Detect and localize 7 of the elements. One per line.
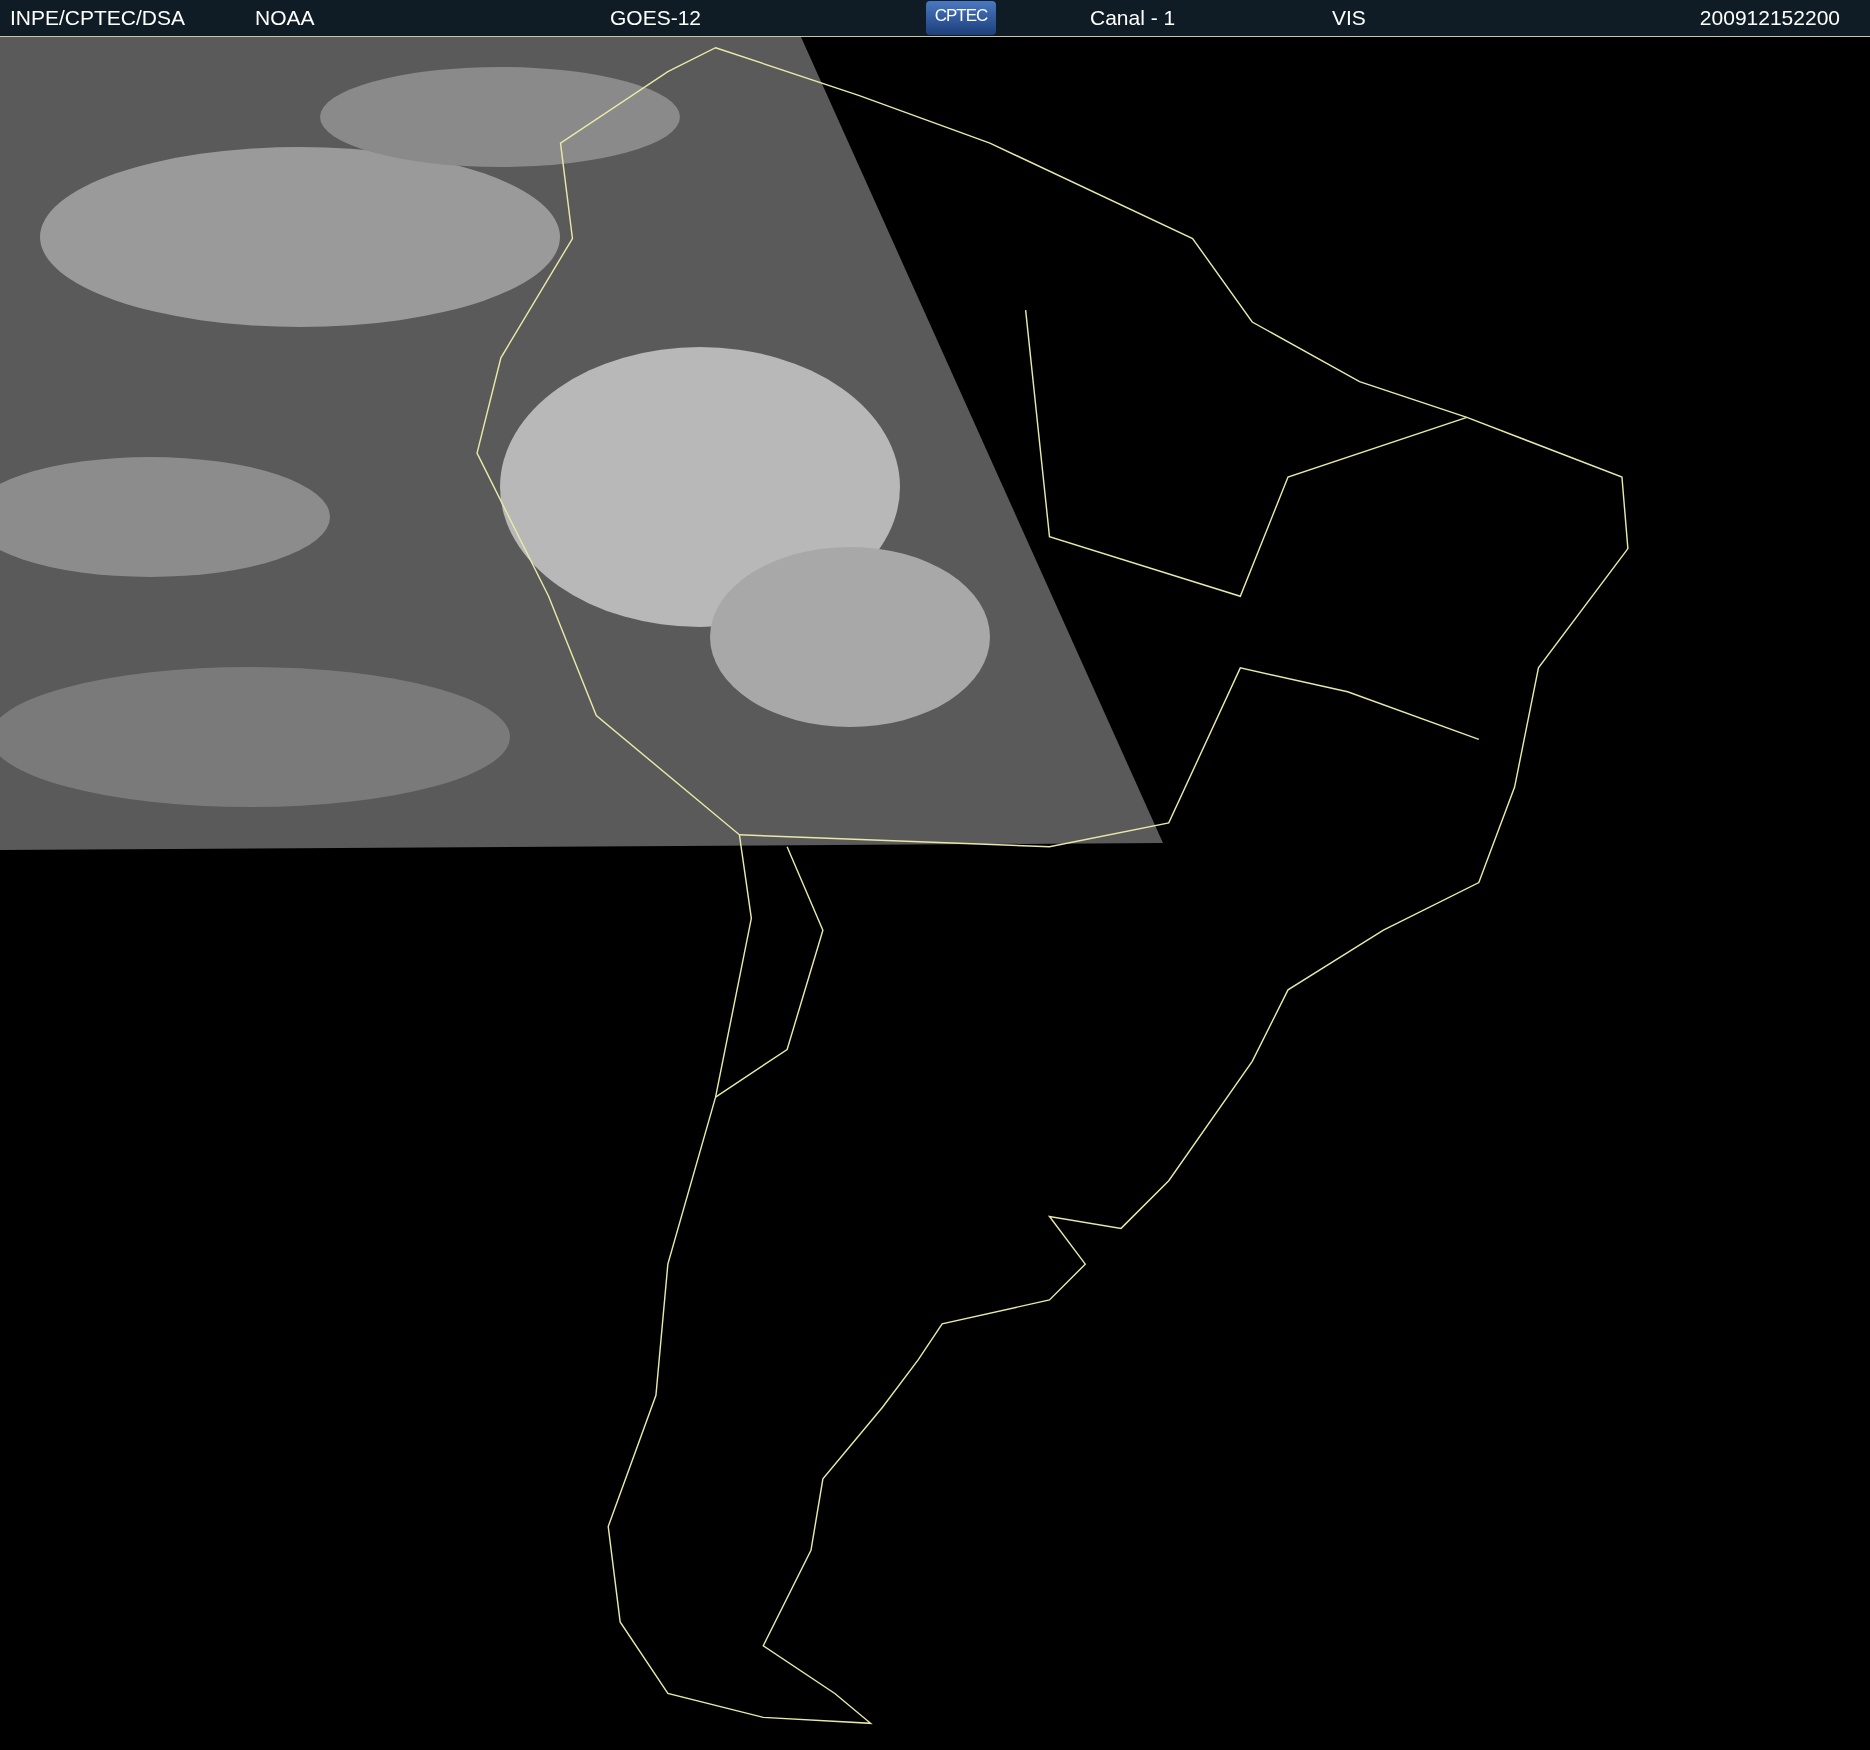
timestamp-label: 200912152200 [1699,5,1840,32]
source-label: INPE/CPTEC/DSA [10,5,187,32]
agency-label: NOAA [255,5,316,32]
logo: CPTEC [926,1,996,35]
satellite-label: GOES-12 [610,5,703,32]
band-label: VIS [1332,5,1367,32]
channel-label: Canal - 1 [1090,5,1177,32]
